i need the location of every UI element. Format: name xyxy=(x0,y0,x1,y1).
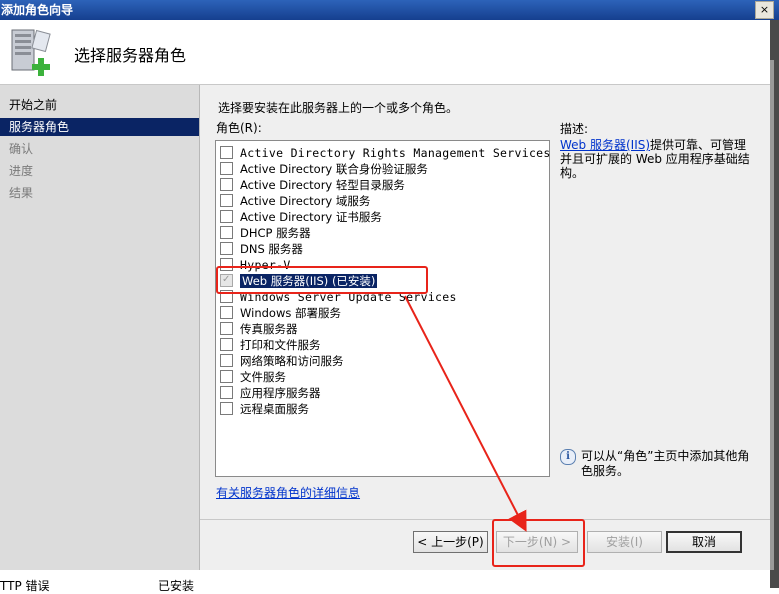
role-checkbox[interactable] xyxy=(220,210,233,223)
nav-step-before-you-begin[interactable]: 开始之前 xyxy=(0,96,199,114)
back-button[interactable]: < 上一步(P) xyxy=(413,531,488,553)
role-checkbox[interactable] xyxy=(220,194,233,207)
role-checkbox[interactable] xyxy=(220,370,233,383)
close-button[interactable]: × xyxy=(755,1,774,19)
description-label: 描述: xyxy=(560,122,589,136)
annotation-highlight-iis xyxy=(216,266,428,294)
server-add-icon xyxy=(11,29,51,76)
info-text: 可以从“角色”主页中添加其他角色服务。 xyxy=(581,449,750,478)
role-item[interactable]: 网络策略和访问服务 xyxy=(220,353,344,369)
role-item[interactable]: DNS 服务器 xyxy=(220,241,303,257)
role-item[interactable]: 打印和文件服务 xyxy=(220,337,321,353)
role-checkbox[interactable] xyxy=(220,178,233,191)
window-title: 添加角色向导 xyxy=(1,3,74,17)
iis-description-link[interactable]: Web 服务器(IIS) xyxy=(560,138,650,152)
background-row-name: TTP 错误 xyxy=(0,579,50,593)
background-window xyxy=(0,570,770,594)
role-checkbox[interactable] xyxy=(220,402,233,415)
role-checkbox[interactable] xyxy=(220,354,233,367)
role-checkbox[interactable] xyxy=(220,306,233,319)
background-row-status: 已安装 xyxy=(158,579,195,593)
window-titlebar: 添加角色向导 × xyxy=(0,0,779,20)
role-item[interactable]: Active Directory 联合身份验证服务 xyxy=(220,161,428,177)
role-checkbox[interactable] xyxy=(220,322,233,335)
role-checkbox[interactable] xyxy=(220,146,233,159)
nav-step-progress: 进度 xyxy=(9,164,34,178)
role-checkbox[interactable] xyxy=(220,226,233,239)
roles-label: 角色(R): xyxy=(216,121,262,135)
role-item[interactable]: DHCP 服务器 xyxy=(220,225,311,241)
right-edge xyxy=(770,20,779,588)
role-item[interactable]: Active Directory 域服务 xyxy=(220,193,370,209)
role-item[interactable]: 文件服务 xyxy=(220,369,286,385)
role-item[interactable]: 远程桌面服务 xyxy=(220,401,309,417)
more-info-link[interactable]: 有关服务器角色的详细信息 xyxy=(216,484,360,501)
role-item[interactable]: Active Directory 轻型目录服务 xyxy=(220,177,405,193)
nav-step-confirm: 确认 xyxy=(9,142,34,156)
install-button: 安装(I) xyxy=(587,531,662,553)
role-checkbox[interactable] xyxy=(220,242,233,255)
instruction-text: 选择要安装在此服务器上的一个或多个角色。 xyxy=(218,101,459,115)
annotation-highlight-next xyxy=(492,519,585,567)
role-checkbox[interactable] xyxy=(220,338,233,351)
role-item[interactable]: 传真服务器 xyxy=(220,321,298,337)
nav-step-server-roles[interactable]: 服务器角色 xyxy=(0,118,199,136)
wizard-header: 选择服务器角色 xyxy=(0,20,770,85)
role-item[interactable]: Active Directory 证书服务 xyxy=(220,209,382,225)
roles-listbox[interactable]: Active Directory Rights Management Servi… xyxy=(215,140,550,477)
role-item[interactable]: Active Directory Rights Management Servi… xyxy=(220,145,551,161)
page-title: 选择服务器角色 xyxy=(74,46,187,65)
cancel-button[interactable]: 取消 xyxy=(666,531,742,553)
role-checkbox[interactable] xyxy=(220,162,233,175)
nav-step-results: 结果 xyxy=(9,186,34,200)
info-icon: i xyxy=(560,449,576,465)
role-item[interactable]: 应用程序服务器 xyxy=(220,385,321,401)
description-text: Web 服务器(IIS)提供可靠、可管理并且可扩展的 Web 应用程序基础结构。 xyxy=(560,138,750,180)
role-checkbox[interactable] xyxy=(220,386,233,399)
role-item[interactable]: Windows 部署服务 xyxy=(220,305,341,321)
